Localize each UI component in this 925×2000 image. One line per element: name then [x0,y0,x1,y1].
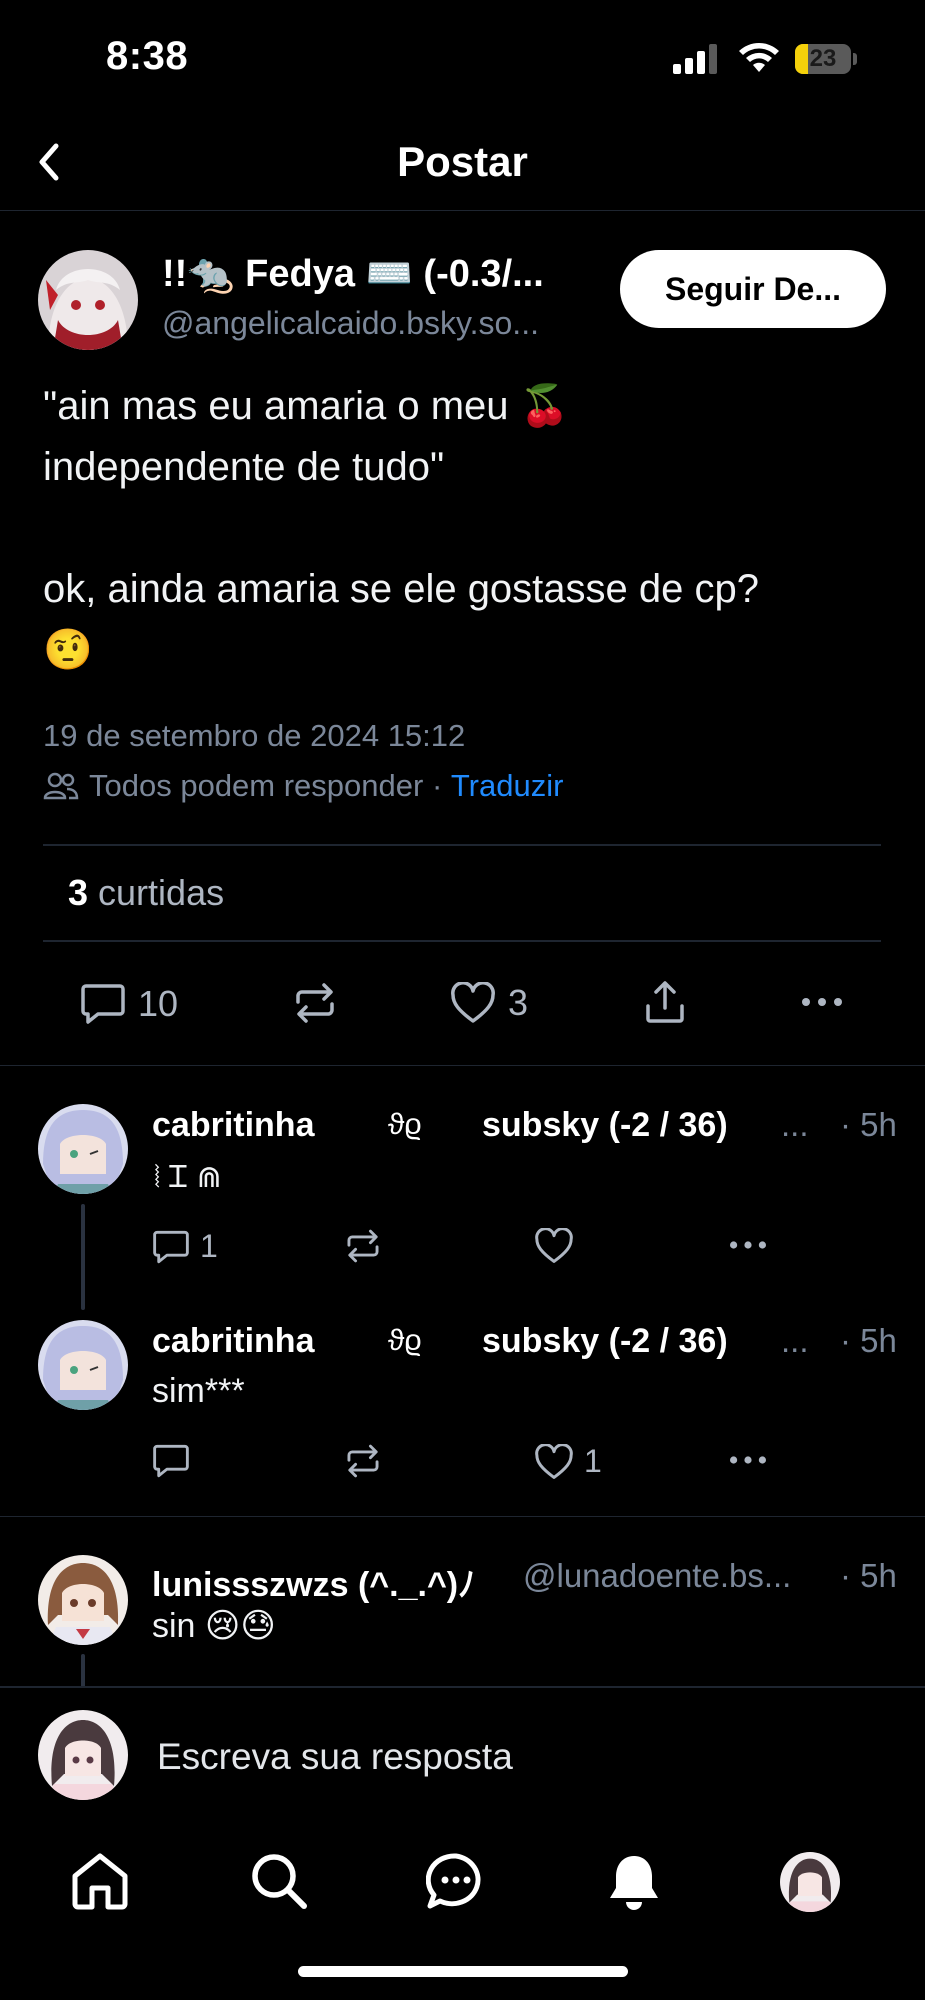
likes-count-row[interactable]: 3 curtidas [68,872,224,914]
comment-icon [81,984,125,1024]
share-action[interactable] [643,980,687,1024]
reply-more-action[interactable] [727,1236,769,1254]
heart-icon [451,982,495,1023]
reply-author-rest[interactable]: subsky (-2 / 36) [482,1322,728,1361]
author-name[interactable]: !!🐀 Fedya ⌨️ (-0.3/... [162,252,602,296]
author-avatar[interactable] [38,250,138,350]
comment-icon [153,1230,189,1263]
heart-icon [535,1443,573,1479]
like-action[interactable]: 3 [450,982,528,1024]
reply-name-ellipsis: ... [781,1322,809,1359]
page-title: Postar [397,138,528,185]
reply-count: 10 [138,983,179,1024]
wifi-icon [738,42,780,74]
reply-comment-action[interactable] [152,1443,190,1479]
like-count: 3 [508,982,529,1023]
repost-icon [296,983,334,1023]
reply-author-deco: ϑϱ [388,1108,422,1141]
likes-count: 3 [68,872,89,913]
comment-icon [153,1444,189,1478]
reply-settings-row: Todos podem responder · Traduzir [43,768,563,804]
reply-like-count: 1 [584,1443,602,1479]
people-icon [43,772,79,800]
reply-action[interactable]: 10 [80,982,178,1026]
repost-icon [347,1444,379,1478]
chat-icon [426,1853,481,1909]
divider [43,844,881,846]
reply-author-name[interactable]: cabritinha [152,1106,314,1145]
search-tab[interactable] [250,1852,308,1910]
status-time: 8:38 [106,34,189,78]
reply-like-action[interactable] [534,1228,574,1264]
reply-avatar[interactable] [38,1555,128,1645]
reply-comment-action[interactable]: 1 [152,1228,218,1265]
battery-level: 23 [809,45,837,72]
post-divider [0,1065,925,1066]
separator: · [423,768,451,803]
thread-divider [0,1516,925,1517]
share-icon [646,981,684,1023]
my-avatar [38,1710,128,1800]
notifications-tab[interactable] [606,1852,662,1912]
reply-avatar[interactable] [38,1104,128,1194]
repost-action[interactable] [292,982,338,1024]
home-indicator [298,1966,628,1977]
reply-name-ellipsis: ... [781,1106,809,1143]
repost-icon [347,1229,379,1263]
chat-tab[interactable] [426,1852,486,1910]
reply-repost-action[interactable] [344,1228,382,1264]
reply-like-action[interactable]: 1 [534,1443,602,1480]
bell-icon [610,1856,658,1910]
battery-icon: 23 [795,44,851,74]
thread-line [81,1654,85,1688]
reply-author-name[interactable]: lunissszwzs (^._.^)ﾉ [152,1557,475,1606]
reply-text: sin 😢😓 [152,1607,276,1645]
home-tab[interactable] [70,1852,130,1910]
reply-time: · 5h [840,1106,897,1143]
reply-author-deco: ϑϱ [388,1324,422,1357]
reply-input[interactable]: Escreva sua resposta [157,1736,513,1778]
reply-time: · 5h [840,1557,897,1594]
home-icon [72,1853,128,1910]
author-handle[interactable]: @angelicalcaido.bsky.so... [162,305,602,342]
reply-repost-action[interactable] [344,1443,382,1479]
thread-line [81,1204,85,1310]
search-icon [252,1854,307,1909]
reply-author-name[interactable]: cabritinha [152,1322,314,1361]
reply-more-action[interactable] [727,1451,769,1469]
more-icon [802,998,842,1006]
reply-author-handle[interactable]: @lunadoente.bs... [523,1557,825,1595]
post-text: "ain mas eu amaria o meu 🍒 independente … [43,384,759,672]
more-icon [730,1456,766,1464]
reply-text: sim*** [152,1372,245,1410]
post-date: 19 de setembro de 2024 15:12 [43,718,466,753]
divider [43,940,881,942]
reply-setting-text[interactable]: Todos podem responder [89,768,423,804]
header-divider [0,210,925,211]
more-icon [730,1241,766,1249]
reply-comment-count: 1 [200,1228,218,1264]
reply-time: · 5h [840,1322,897,1359]
battery-nub [853,53,857,65]
likes-label: curtidas [88,872,225,913]
more-action[interactable] [800,992,844,1012]
reply-avatar[interactable] [38,1320,128,1410]
reply-author-rest[interactable]: subsky (-2 / 36) [482,1106,728,1145]
translate-link[interactable]: Traduzir [451,768,564,804]
signal-icon [673,44,721,74]
reply-text: ⦚ Ꮖ ⋒ [154,1161,222,1194]
follow-button[interactable]: Seguir De... [620,250,886,328]
heart-icon [535,1228,573,1263]
profile-tab-avatar[interactable] [780,1852,840,1912]
